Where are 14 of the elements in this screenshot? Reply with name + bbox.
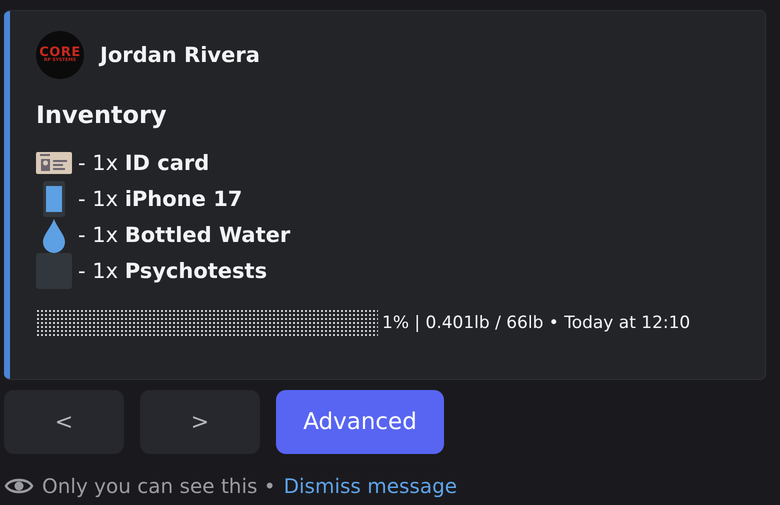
author-name: Jordan Rivera xyxy=(100,43,260,67)
id-card-icon xyxy=(36,152,72,174)
inventory-item: - 1x Psychotests xyxy=(78,259,268,283)
previous-button[interactable]: < xyxy=(4,390,124,454)
dismiss-link[interactable]: Dismiss message xyxy=(284,474,458,498)
embed-title: Inventory xyxy=(36,101,168,129)
footer-text: 1% | 0.401lb / 66lb • Today at 12:10 xyxy=(382,313,690,333)
advanced-button[interactable]: Advanced xyxy=(276,390,444,454)
inventory-item: - 1x Bottled Water xyxy=(78,223,290,247)
next-button[interactable]: > xyxy=(140,390,260,454)
inventory-item: - 1x ID card xyxy=(78,151,210,175)
inventory-item: - 1x iPhone 17 xyxy=(78,187,242,211)
blank-square-icon xyxy=(36,253,72,289)
notice-text: Only you can see this • xyxy=(42,474,276,498)
